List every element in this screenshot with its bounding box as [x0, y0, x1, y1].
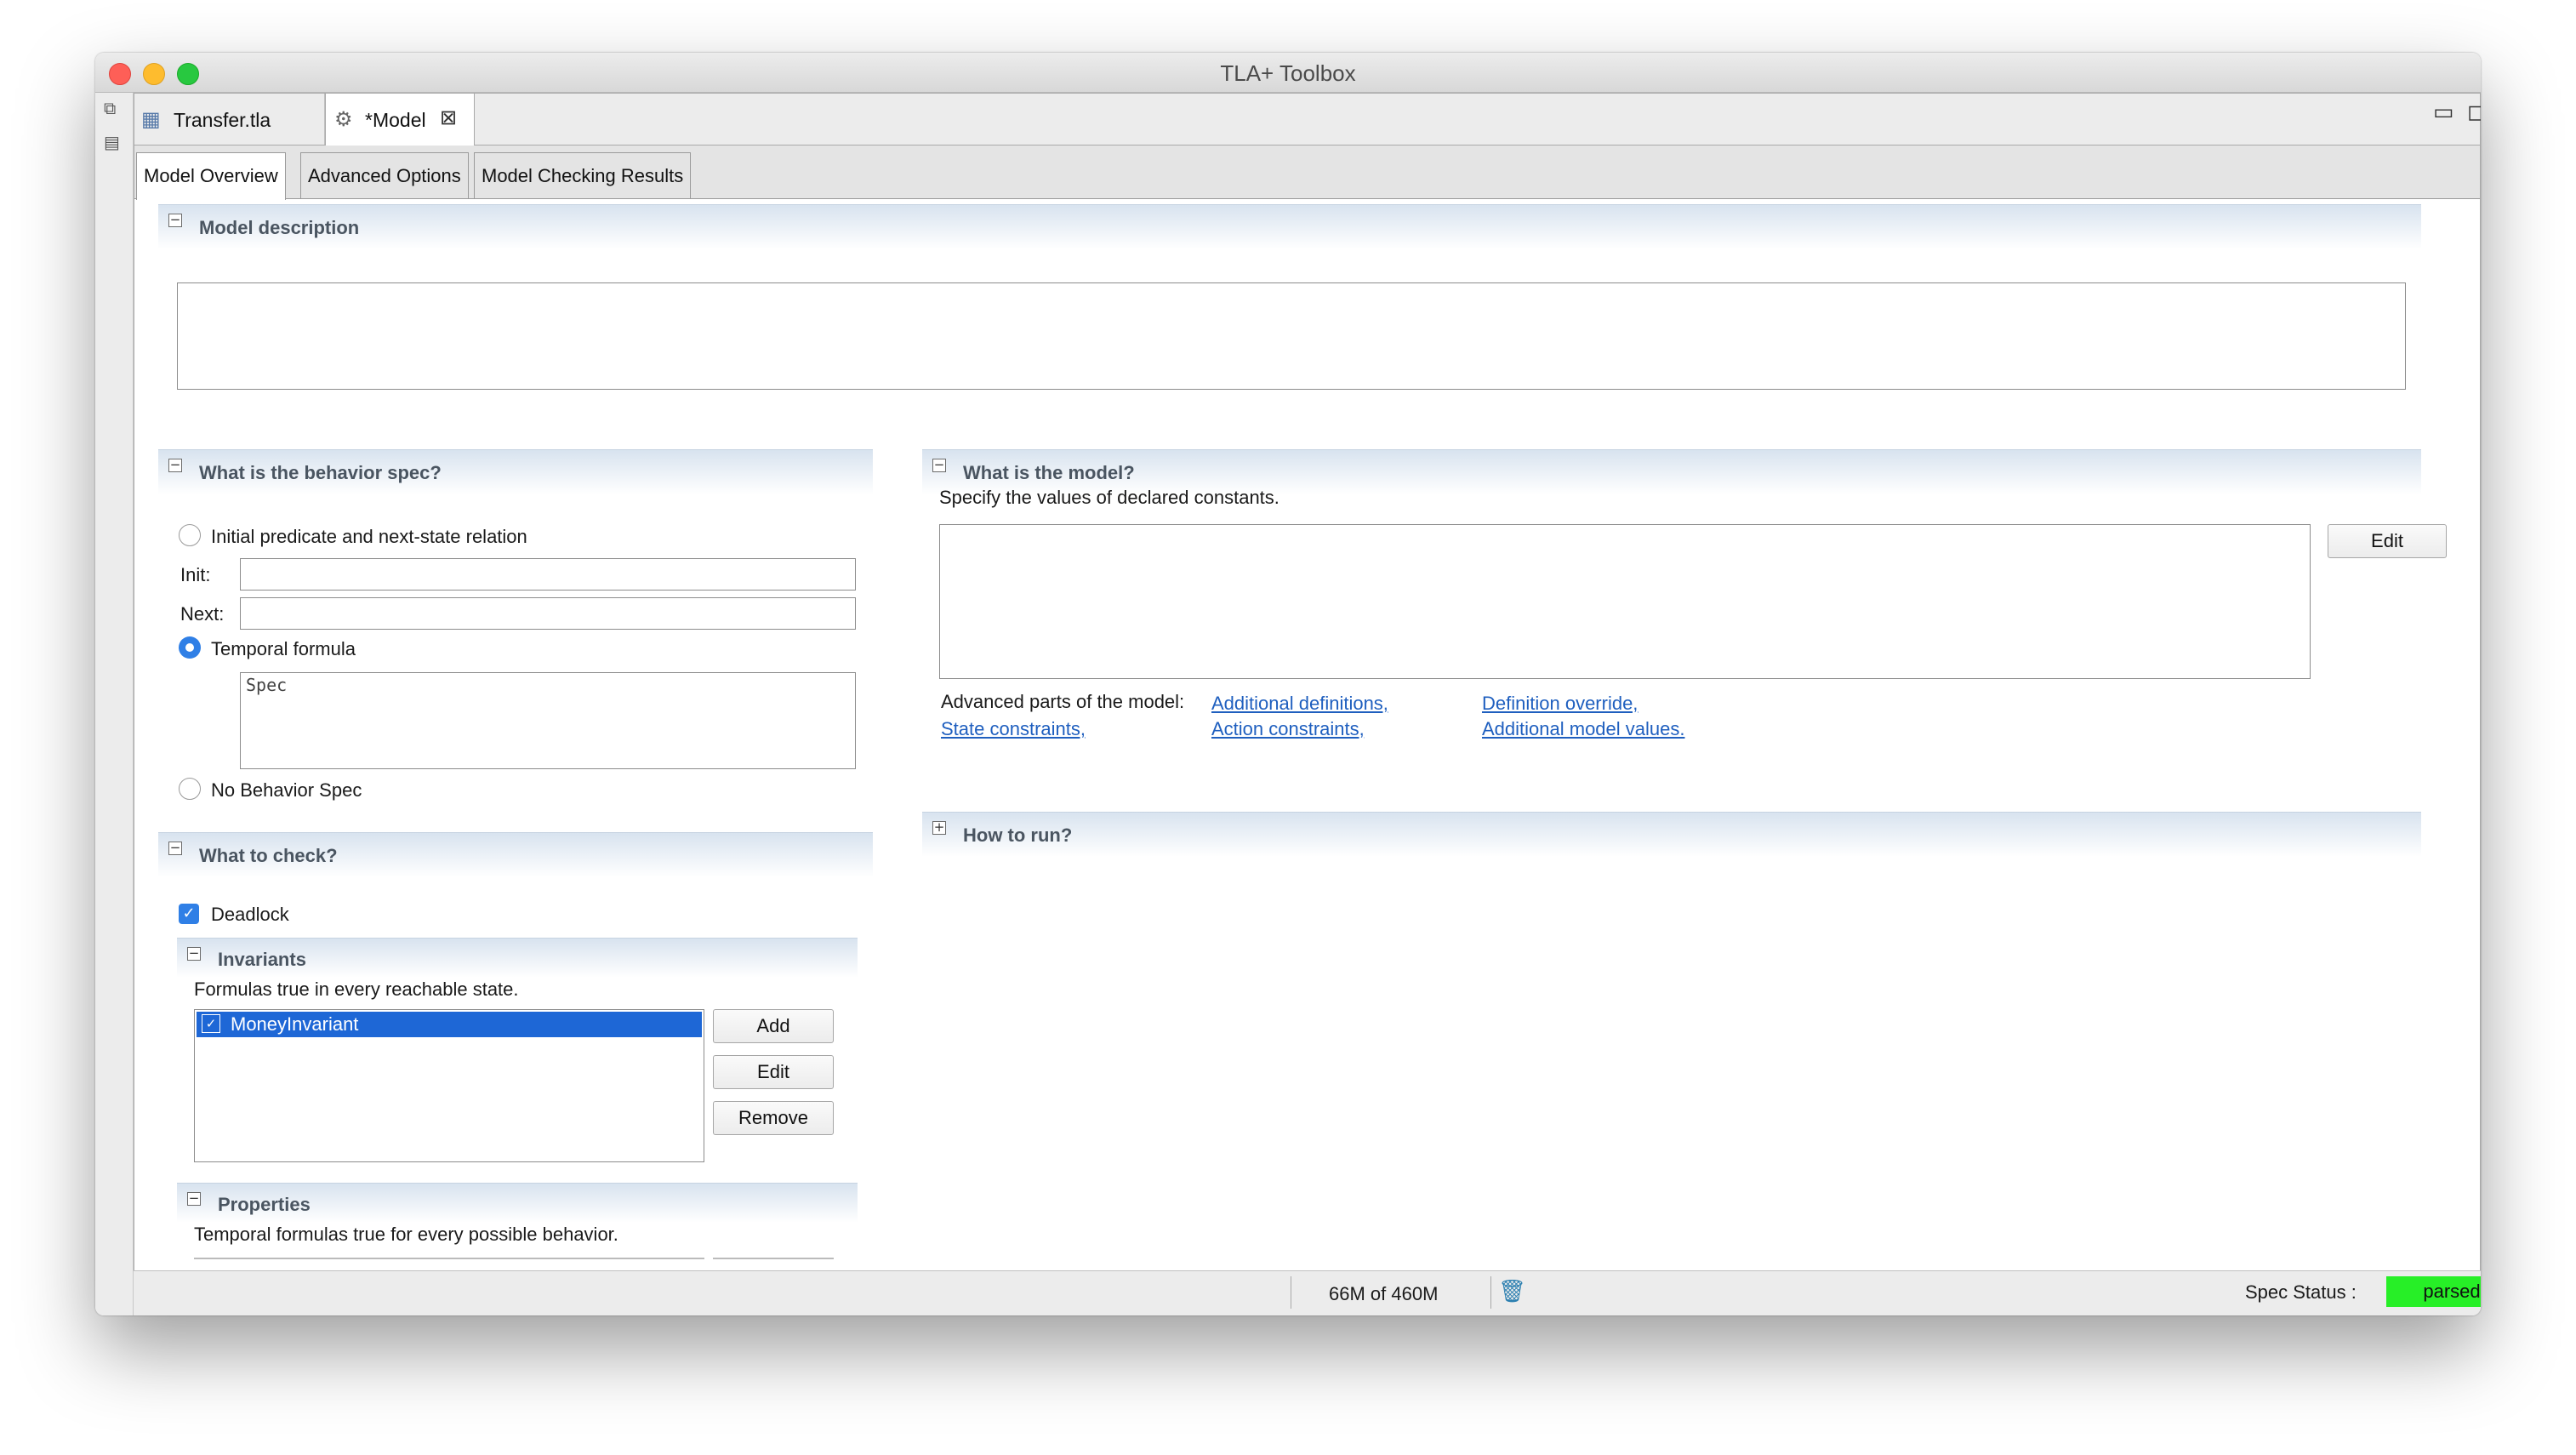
- section-title: How to run?: [963, 824, 1073, 846]
- invariants-subsection: − Invariants Formulas true in every reac…: [177, 938, 858, 1176]
- tab-label: Transfer.tla: [174, 109, 271, 131]
- expand-toggle-icon[interactable]: +: [932, 821, 946, 835]
- tab-model-overview[interactable]: Model Overview: [136, 152, 286, 200]
- collapse-toggle-icon[interactable]: −: [168, 459, 182, 472]
- subsection-header: − Invariants: [177, 938, 858, 978]
- collapse-toggle-icon[interactable]: −: [932, 459, 946, 472]
- close-tab-icon[interactable]: ⊠: [440, 106, 457, 130]
- tab-model-checking-results[interactable]: Model Checking Results: [474, 152, 692, 198]
- editor-tab-strip: ▦ Transfer.tla ⚙ *Model ⊠ ▭ ◻: [134, 94, 2481, 146]
- section-title: Model description: [199, 217, 360, 238]
- tla-file-icon: ▦: [141, 108, 161, 131]
- list-item[interactable]: ✓ MoneyInvariant: [197, 1012, 702, 1037]
- tab-model[interactable]: ⚙ *Model ⊠: [325, 94, 475, 146]
- advanced-parts-label: Advanced parts of the model:: [941, 691, 1185, 712]
- temporal-formula-label: Temporal formula: [211, 638, 356, 659]
- left-trim: ⧉ ▤: [95, 93, 134, 1315]
- collapse-toggle-icon[interactable]: −: [187, 947, 201, 961]
- app-window: TLA+ Toolbox ⧉ ▤ ▦ Transfer.tla ⚙ *Model…: [95, 53, 2481, 1315]
- restore-icon[interactable]: ⧉: [104, 100, 116, 119]
- section-title: What is the model?: [963, 462, 1135, 483]
- action-constraints-link[interactable]: Action constraints,: [1211, 718, 1365, 740]
- section-header: − What is the behavior spec?: [158, 449, 873, 494]
- section-header[interactable]: + How to run?: [922, 812, 2421, 857]
- collapse-toggle-icon[interactable]: −: [187, 1192, 201, 1206]
- status-bar: 66M of 460M 🗑 Spec Status : parsed: [134, 1270, 2481, 1315]
- model-description-field[interactable]: [177, 282, 2406, 390]
- properties-list-edge: [194, 1258, 704, 1259]
- remove-invariant-button[interactable]: Remove: [713, 1101, 834, 1135]
- properties-button-edge: [713, 1258, 834, 1259]
- maximize-editor-icon[interactable]: ◻: [2467, 99, 2481, 125]
- add-invariant-button[interactable]: Add: [713, 1009, 834, 1043]
- model-editor: ▦ Transfer.tla ⚙ *Model ⊠ ▭ ◻ Model Over…: [134, 93, 2481, 1271]
- memory-indicator: 66M of 460M: [1291, 1276, 1491, 1309]
- constants-table[interactable]: [939, 524, 2311, 679]
- spec-explorer-icon[interactable]: ▤: [104, 132, 120, 153]
- edit-invariant-button[interactable]: Edit: [713, 1055, 834, 1089]
- section-title: What to check?: [199, 845, 338, 866]
- invariants-description: Formulas true in every reachable state.: [194, 979, 519, 1000]
- additional-definitions-link[interactable]: Additional definitions,: [1211, 693, 1388, 715]
- no-behavior-spec-label: No Behavior Spec: [211, 779, 362, 801]
- tab-advanced-options[interactable]: Advanced Options: [300, 152, 469, 198]
- init-label: Init:: [180, 564, 211, 585]
- subsection-header: − Properties: [177, 1183, 858, 1223]
- minimize-editor-icon[interactable]: ▭: [2433, 99, 2454, 125]
- spec-status-label: Spec Status :: [2245, 1281, 2357, 1303]
- what-is-the-model-section: − What is the model? Specify the values …: [922, 449, 2447, 756]
- tab-transfer-tla[interactable]: ▦ Transfer.tla: [134, 94, 325, 145]
- section-header: − What to check?: [158, 832, 873, 877]
- properties-description: Temporal formulas true for every possibl…: [194, 1224, 618, 1245]
- next-field[interactable]: [240, 597, 856, 630]
- how-to-run-section: + How to run?: [922, 812, 2421, 857]
- collapse-toggle-icon[interactable]: −: [168, 842, 182, 855]
- temporal-formula-radio[interactable]: [179, 636, 201, 659]
- temporal-formula-field[interactable]: Spec: [240, 672, 856, 769]
- properties-subsection: − Properties Temporal formulas true for …: [177, 1183, 858, 1276]
- trash-icon[interactable]: 🗑: [1498, 1278, 1526, 1304]
- item-label: MoneyInvariant: [231, 1013, 359, 1035]
- spec-status-badge: parsed: [2386, 1276, 2481, 1307]
- model-icon: ⚙: [334, 108, 353, 131]
- deadlock-label: Deadlock: [211, 904, 289, 925]
- edit-constant-button[interactable]: Edit: [2328, 524, 2447, 558]
- state-constraints-link[interactable]: State constraints,: [941, 718, 1086, 740]
- page-tabs: Model Overview Advanced Options Model Ch…: [134, 146, 2480, 200]
- title-bar: TLA+ Toolbox: [95, 53, 2481, 93]
- collapse-toggle-icon[interactable]: −: [168, 214, 182, 227]
- item-checkbox[interactable]: ✓: [202, 1014, 220, 1033]
- invariants-list[interactable]: ✓ MoneyInvariant: [194, 1009, 704, 1162]
- next-label: Next:: [180, 603, 225, 625]
- init-field[interactable]: [240, 558, 856, 591]
- additional-model-values-link[interactable]: Additional model values.: [1482, 718, 1684, 740]
- model-description-section: − Model description: [158, 204, 2421, 400]
- subsection-title: Invariants: [218, 949, 306, 970]
- section-title: What is the behavior spec?: [199, 462, 442, 483]
- subsection-title: Properties: [218, 1194, 311, 1215]
- what-to-check-section: − What to check? ✓ Deadlock − Invariants…: [158, 832, 873, 1315]
- window-title: TLA+ Toolbox: [1220, 60, 1356, 86]
- behavior-spec-section: − What is the behavior spec? Initial pre…: [158, 449, 873, 824]
- section-header: − Model description: [158, 204, 2421, 249]
- definition-override-link[interactable]: Definition override,: [1482, 693, 1638, 715]
- init-next-radio[interactable]: [179, 524, 201, 546]
- init-next-label: Initial predicate and next-state relatio…: [211, 526, 527, 547]
- tab-label: *Model: [365, 109, 426, 131]
- no-behavior-spec-radio[interactable]: [179, 778, 201, 800]
- deadlock-checkbox[interactable]: ✓: [179, 904, 199, 924]
- model-description-text: Specify the values of declared constants…: [939, 487, 1279, 508]
